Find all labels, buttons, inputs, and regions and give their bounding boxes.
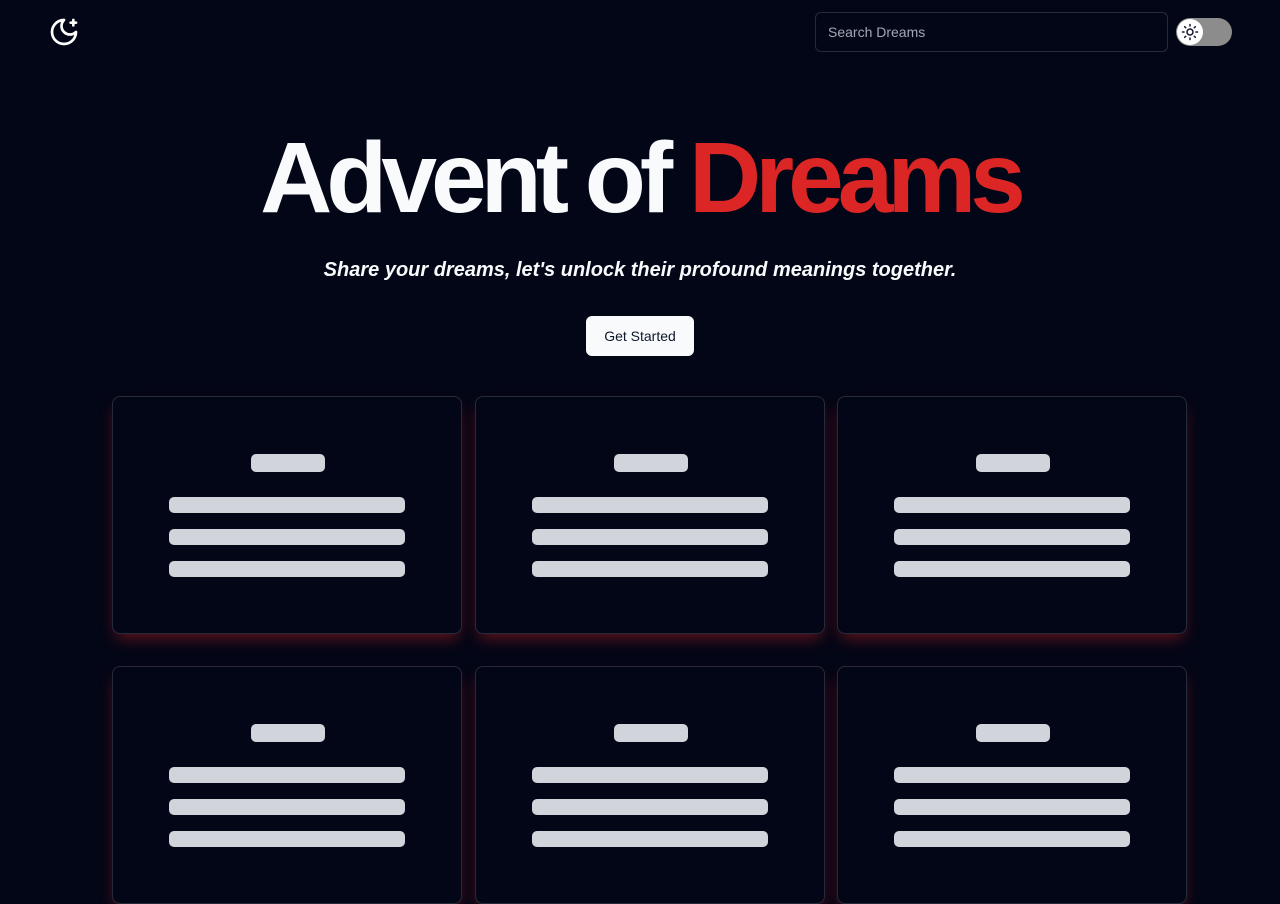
dream-card-skeleton	[837, 666, 1187, 904]
skeleton-line	[531, 799, 768, 815]
theme-toggle[interactable]	[1176, 18, 1232, 46]
skeleton-line	[894, 767, 1130, 783]
skeleton-title	[613, 454, 688, 472]
sun-icon	[1177, 19, 1203, 45]
skeleton-line	[169, 799, 405, 815]
skeleton-line	[894, 497, 1130, 513]
skeleton-line	[531, 767, 768, 783]
title-primary: Advent of	[260, 122, 673, 234]
get-started-button[interactable]: Get Started	[586, 316, 694, 356]
skeleton-line	[531, 561, 768, 577]
skeleton-line	[894, 529, 1130, 545]
dream-card-grid	[112, 396, 1187, 904]
skeleton-line	[169, 529, 405, 545]
search-input[interactable]	[815, 12, 1168, 52]
dream-card-skeleton	[837, 396, 1187, 634]
skeleton-line	[169, 831, 405, 847]
skeleton-line	[169, 767, 405, 783]
skeleton-line	[894, 831, 1130, 847]
skeleton-title	[251, 454, 325, 472]
moon-star-icon[interactable]	[48, 16, 80, 48]
skeleton-line	[894, 561, 1130, 577]
dream-card-skeleton	[112, 396, 462, 634]
title-accent: Dreams	[688, 122, 1026, 234]
skeleton-title	[976, 454, 1050, 472]
skeleton-line	[169, 497, 405, 513]
hero-subtitle: Share your dreams, let's unlock their pr…	[323, 259, 957, 281]
skeleton-title	[251, 724, 325, 742]
skeleton-line	[169, 561, 405, 577]
skeleton-title	[976, 724, 1050, 742]
dream-card-skeleton	[474, 666, 825, 904]
skeleton-line	[531, 497, 768, 513]
skeleton-title	[613, 724, 688, 742]
dream-card-skeleton	[112, 666, 462, 904]
skeleton-line	[531, 831, 768, 847]
skeleton-line	[894, 799, 1130, 815]
dream-card-skeleton	[474, 396, 825, 634]
skeleton-line	[531, 529, 768, 545]
header	[0, 0, 1280, 64]
page-title: Advent of Dreams	[0, 118, 1280, 238]
